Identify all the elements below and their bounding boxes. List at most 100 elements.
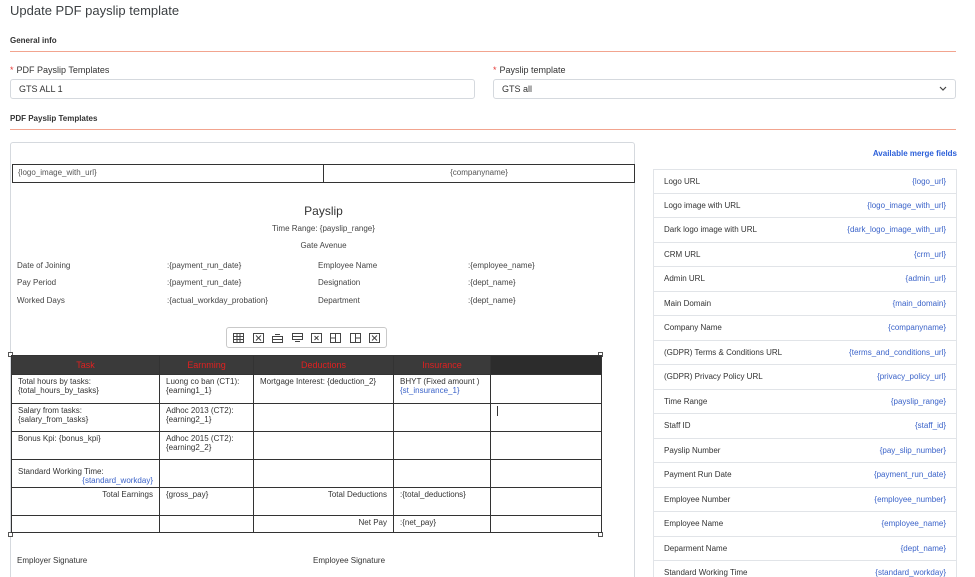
- table-cell[interactable]: [253, 459, 394, 488]
- table-cell[interactable]: Net Pay: [253, 515, 394, 533]
- table-cell[interactable]: [490, 515, 602, 533]
- table-cell[interactable]: [11, 515, 160, 533]
- table-cell[interactable]: Bonus Kpi: {bonus_kpi}: [11, 431, 160, 460]
- table-cell[interactable]: Adhoc 2013 (CT2): {earning2_1}: [159, 403, 254, 432]
- merge-field-label: Payment Run Date: [664, 470, 732, 480]
- merge-field-item[interactable]: Standard Working Time {standard_workday}: [653, 561, 957, 577]
- header-blank[interactable]: [490, 355, 602, 375]
- insert-col-left-icon[interactable]: [328, 331, 344, 344]
- table-cell[interactable]: :{total_deductions}: [393, 487, 491, 516]
- table-cell[interactable]: {gross_pay}: [159, 487, 254, 516]
- payslip-table[interactable]: Task Earnming Deductions Insurance Total…: [11, 355, 602, 533]
- merge-field-item[interactable]: CRM URL {crm_url}: [653, 242, 957, 267]
- table-cell[interactable]: [253, 431, 394, 460]
- editor-header-table[interactable]: {logo_image_with_url} {companyname}: [12, 164, 635, 183]
- merge-field-item[interactable]: Employee Name {employee_name}: [653, 512, 957, 537]
- merge-field-item[interactable]: Company Name {companyname}: [653, 316, 957, 341]
- merge-field-value[interactable]: {pay_slip_number}: [880, 446, 946, 455]
- table-cell[interactable]: Total Earnings: [11, 487, 160, 516]
- table-cell[interactable]: [490, 374, 602, 404]
- table-cell[interactable]: BHYT (Fixed amount ) {st_insurance_1}: [393, 374, 491, 404]
- merge-field-value[interactable]: {standard_workday}: [875, 568, 946, 577]
- merge-field-value[interactable]: {admin_url}: [906, 274, 946, 283]
- insert-row-below-icon[interactable]: [289, 331, 305, 344]
- header-company-cell[interactable]: {companyname}: [324, 165, 634, 182]
- cell-text: BHYT (Fixed amount ): [400, 377, 480, 386]
- table-cell[interactable]: [393, 459, 491, 488]
- payslip-template-select[interactable]: GTS all: [493, 79, 956, 99]
- merge-field-item[interactable]: Logo image with URL {logo_image_with_url}: [653, 193, 957, 218]
- merge-field-label: Payslip Number: [664, 445, 721, 455]
- payslip-template-label-text: Payslip template: [499, 65, 566, 75]
- merge-field-value[interactable]: {crm_url}: [914, 250, 946, 259]
- merge-field-value[interactable]: {payslip_range}: [891, 397, 946, 406]
- merge-field-item[interactable]: Staff ID {staff_id}: [653, 414, 957, 439]
- pdf-templates-divider: [10, 129, 956, 130]
- table-row: Salary from tasks: {salary_from_tasks} A…: [11, 403, 602, 432]
- table-cell[interactable]: Standard Working Time: {standard_workday}: [11, 459, 160, 488]
- merge-field-value[interactable]: {dept_name}: [901, 544, 946, 553]
- insert-row-above-icon[interactable]: [270, 331, 286, 344]
- table-cell[interactable]: [393, 403, 491, 432]
- table-cell[interactable]: [490, 487, 602, 516]
- available-merge-fields-link[interactable]: Available merge fields: [873, 149, 957, 158]
- table-header-row: Task Earnming Deductions Insurance: [11, 355, 602, 375]
- merge-field-item[interactable]: Employee Number {employee_number}: [653, 487, 957, 512]
- table-row: Bonus Kpi: {bonus_kpi} Adhoc 2015 (CT2):…: [11, 431, 602, 460]
- merge-field-item[interactable]: (GDPR) Terms & Conditions URL {terms_and_…: [653, 340, 957, 365]
- merge-field-item[interactable]: Payment Run Date {payment_run_date}: [653, 463, 957, 488]
- merge-field-value[interactable]: {privacy_policy_url}: [877, 372, 946, 381]
- merge-field-item[interactable]: Payslip Number {pay_slip_number}: [653, 438, 957, 463]
- header-insurance[interactable]: Insurance: [393, 355, 491, 375]
- general-info-divider: [10, 51, 956, 52]
- merge-field-item[interactable]: Time Range {payslip_range}: [653, 389, 957, 414]
- merge-field-value[interactable]: {main_domain}: [893, 299, 946, 308]
- merge-field-value[interactable]: {payment_run_date}: [874, 470, 946, 479]
- merge-field-value[interactable]: {employee_name}: [882, 519, 947, 528]
- delete-row-icon[interactable]: [309, 331, 325, 344]
- table-cell[interactable]: Salary from tasks: {salary_from_tasks}: [11, 403, 160, 432]
- info-value: :{actual_workday_probation}: [167, 296, 268, 305]
- merge-field-value[interactable]: {logo_image_with_url}: [867, 201, 946, 210]
- table-cell[interactable]: :{net_pay}: [393, 515, 491, 533]
- merge-field-value[interactable]: {staff_id}: [915, 421, 946, 430]
- merge-field-value[interactable]: {employee_number}: [874, 495, 946, 504]
- header-earning[interactable]: Earnming: [159, 355, 254, 375]
- merge-field-value[interactable]: {logo_url}: [912, 177, 946, 186]
- delete-table-icon[interactable]: [250, 331, 266, 344]
- delete-col-icon[interactable]: [367, 331, 383, 344]
- merge-field-item[interactable]: Dark logo image with URL {dark_logo_image…: [653, 218, 957, 243]
- table-cell[interactable]: Total hours by tasks: {total_hours_by_ta…: [11, 374, 160, 404]
- merge-field-item[interactable]: Admin URL {admin_url}: [653, 267, 957, 292]
- merge-field-item[interactable]: Deparment Name {dept_name}: [653, 536, 957, 561]
- table-cell[interactable]: [159, 459, 254, 488]
- info-value: :{dept_name}: [468, 278, 516, 287]
- header-logo-cell[interactable]: {logo_image_with_url}: [13, 165, 324, 182]
- table-cell[interactable]: [253, 403, 394, 432]
- table-cell[interactable]: Mortgage Interest: {deduction_2}: [253, 374, 394, 404]
- header-task[interactable]: Task: [11, 355, 160, 375]
- table-cell[interactable]: Total Deductions: [253, 487, 394, 516]
- templates-name-input[interactable]: GTS ALL 1: [10, 79, 475, 99]
- merge-field-label: (GDPR) Privacy Policy URL: [664, 372, 763, 382]
- address-line: Gate Avenue: [300, 241, 347, 250]
- merge-field-value[interactable]: {terms_and_conditions_url}: [849, 348, 946, 357]
- table-cell[interactable]: [490, 403, 602, 432]
- table-cell[interactable]: [159, 515, 254, 533]
- merge-field-item[interactable]: Main Domain {main_domain}: [653, 291, 957, 316]
- merge-field-value[interactable]: {dark_logo_image_with_url}: [847, 225, 946, 234]
- table-cell[interactable]: Adhoc 2015 (CT2): {earning2_2}: [159, 431, 254, 460]
- merge-field-item[interactable]: Logo URL {logo_url}: [653, 169, 957, 194]
- table-cell[interactable]: [490, 459, 602, 488]
- table-cell[interactable]: [393, 431, 491, 460]
- merge-field-value[interactable]: {companyname}: [888, 323, 946, 332]
- merge-field-item[interactable]: (GDPR) Privacy Policy URL {privacy_policy…: [653, 365, 957, 390]
- table-icon[interactable]: [231, 331, 247, 344]
- info-label: Employee Name: [318, 261, 378, 270]
- table-cell[interactable]: Luong co ban (CT1): {earning1_1}: [159, 374, 254, 404]
- page-title: Update PDF payslip template: [10, 3, 180, 18]
- table-cell[interactable]: [490, 431, 602, 460]
- header-deductions[interactable]: Deductions: [253, 355, 394, 375]
- insert-col-right-icon[interactable]: [347, 331, 363, 344]
- merge-field-label: Main Domain: [664, 298, 712, 308]
